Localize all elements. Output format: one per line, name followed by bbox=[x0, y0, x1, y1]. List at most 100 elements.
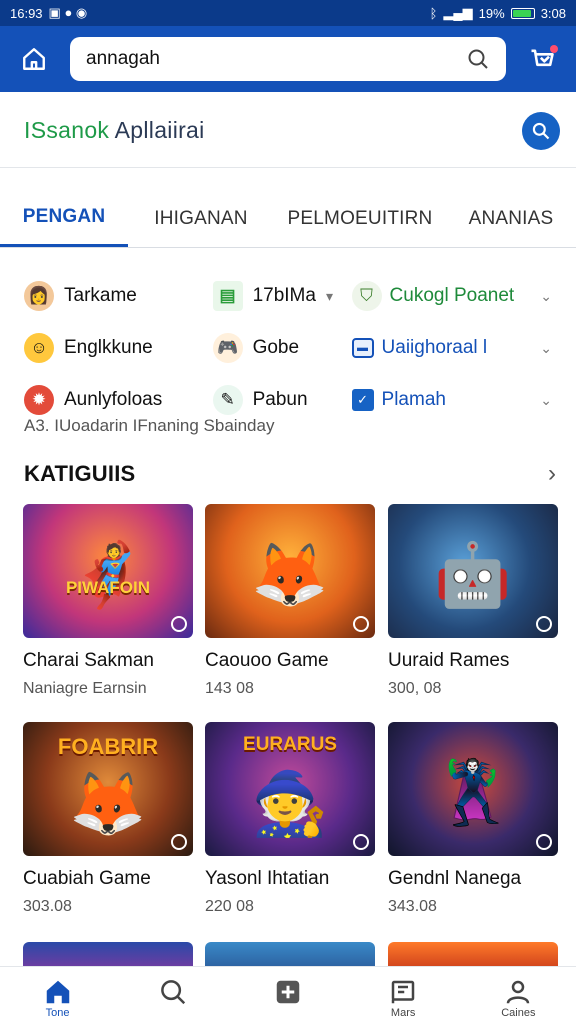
game-card[interactable]: FOABRIR 🦊 Cuabiah Game 303.08 bbox=[23, 722, 193, 916]
tab-label: PENGAN bbox=[22, 206, 106, 227]
app-header: annagah bbox=[0, 26, 576, 92]
nav-home[interactable]: Tone bbox=[18, 977, 98, 1019]
filter-label: Gobe bbox=[252, 337, 300, 358]
play-icon[interactable] bbox=[536, 616, 552, 632]
character-art: 🦊 bbox=[251, 541, 329, 611]
plus-box-icon bbox=[276, 980, 300, 1004]
nav-label: Mars bbox=[390, 1007, 416, 1019]
nav-search[interactable] bbox=[133, 977, 213, 1007]
game-icon: 🎮 bbox=[212, 333, 243, 363]
page-title-part2: Apllaiirai bbox=[109, 117, 205, 143]
game-meta: 143 08 bbox=[205, 680, 254, 697]
chevron-down-icon: ⌄ bbox=[540, 339, 553, 356]
filter-cukogl-poanet[interactable]: ⛉ Cukogl Poanet ⌄ bbox=[351, 281, 553, 311]
filter-pabun[interactable]: ✎ Pabun bbox=[212, 385, 352, 415]
filter-englkkune[interactable]: ☺ Englkkune bbox=[24, 333, 213, 363]
filter-label: Plamah bbox=[381, 389, 446, 410]
filter-label: Tarkame bbox=[64, 285, 137, 306]
shield-icon: ⛉ bbox=[351, 281, 382, 311]
character-art: 🧙 bbox=[251, 770, 329, 840]
game-name: Caouoo Game bbox=[205, 650, 329, 671]
tab-pengan[interactable]: PENGAN bbox=[0, 190, 128, 247]
book-icon bbox=[391, 980, 415, 1004]
filter-gobe[interactable]: 🎮 Gobe bbox=[212, 333, 352, 363]
signal-icon: ▂▄▆ bbox=[443, 5, 473, 20]
filter-17bima[interactable]: ▤ 17bIMa ▾ bbox=[212, 281, 352, 311]
chevron-right-icon[interactable]: › bbox=[548, 460, 556, 488]
game-thumbnail: FOABRIR 🦊 bbox=[23, 722, 193, 856]
game-card[interactable]: 🦊 Caouoo Game 143 08 bbox=[205, 504, 375, 698]
monster-icon: ✹ bbox=[24, 385, 54, 415]
search-query: annagah bbox=[86, 48, 160, 69]
game-meta: 300, 08 bbox=[388, 680, 442, 697]
search-icon bbox=[532, 122, 550, 139]
battery-percent: 19% bbox=[478, 5, 505, 21]
play-icon[interactable] bbox=[353, 834, 369, 850]
bottom-nav: Tone Mars Caines bbox=[0, 966, 576, 1024]
search-icon[interactable] bbox=[466, 47, 490, 71]
tab-bar: PENGAN IHIGANAN PELMOEUITIRN ANANIAS bbox=[0, 190, 576, 248]
window-icon: ▬ bbox=[351, 338, 374, 358]
home-icon[interactable] bbox=[14, 39, 54, 79]
search-button[interactable] bbox=[522, 111, 560, 150]
nav-label: Tone bbox=[45, 1007, 70, 1019]
nav-label: Caines bbox=[501, 1007, 536, 1019]
game-card[interactable]: 🤖 Uuraid Rames 300, 08 bbox=[388, 504, 558, 698]
play-icon[interactable] bbox=[353, 616, 369, 632]
tab-pelmoeuitirn[interactable]: PELMOEUITIRN bbox=[274, 190, 446, 247]
filter-tarkame[interactable]: 👩 Tarkame bbox=[24, 281, 213, 311]
game-thumbnail: 🦸 PIWAFOIN bbox=[23, 504, 193, 638]
filter-uaiighoraal[interactable]: ▬ Uaiighoraal l ⌄ bbox=[351, 337, 553, 359]
tab-ihiganan[interactable]: IHIGANAN bbox=[128, 190, 274, 247]
game-thumbnail: 🦊 bbox=[205, 504, 375, 638]
nav-caines[interactable]: Caines bbox=[478, 977, 558, 1019]
game-meta: 220 08 bbox=[205, 898, 254, 915]
play-icon[interactable] bbox=[171, 834, 187, 850]
game-card[interactable]: 🦹 Gendnl Nanega 343.08 bbox=[388, 722, 558, 916]
filter-label: Englkkune bbox=[64, 337, 153, 358]
play-icon[interactable] bbox=[171, 616, 187, 632]
game-banner: EURARUS bbox=[243, 734, 337, 755]
search-input[interactable]: annagah bbox=[70, 37, 506, 81]
game-thumbnail: EURARUS 🧙 bbox=[205, 722, 375, 856]
profile-icon bbox=[507, 980, 530, 1004]
game-meta: Naniagre Earnsin bbox=[23, 680, 147, 697]
nav-mars[interactable]: Mars bbox=[363, 977, 443, 1019]
status-time-right: 3:08 bbox=[540, 5, 566, 21]
nav-add[interactable] bbox=[248, 977, 328, 1007]
filter-grid: 👩 Tarkame ▤ 17bIMa ▾ ⛉ Cukogl Poanet ⌄ ☺… bbox=[0, 270, 576, 426]
chevron-down-icon: ⌄ bbox=[540, 391, 553, 408]
battery-icon bbox=[510, 7, 535, 19]
game-name: Yasonl Ihtatian bbox=[205, 868, 330, 889]
game-card[interactable]: 🦸 PIWAFOIN Charai Sakman Naniagre Earnsi… bbox=[23, 504, 193, 698]
smile-icon: ☺ bbox=[24, 333, 54, 363]
game-name: Cuabiah Game bbox=[23, 868, 151, 889]
tab-label: ANANIAS bbox=[468, 207, 554, 229]
check-icon: ✓ bbox=[351, 389, 374, 411]
status-time-left: 16:93 bbox=[10, 5, 43, 21]
chevron-down-icon: ⌄ bbox=[540, 287, 553, 304]
chevron-down-icon: ▾ bbox=[325, 287, 333, 304]
section-header: KATIGUIIS › bbox=[24, 460, 556, 488]
title-bar: ISsanok Apllaiirai bbox=[0, 94, 576, 168]
notification-icons: ▣ ● ◉ bbox=[48, 5, 88, 20]
page-title: ISsanok Apllaiirai bbox=[24, 117, 205, 144]
cart-icon[interactable] bbox=[522, 39, 562, 79]
tab-ananias[interactable]: ANANIAS bbox=[446, 190, 576, 247]
pencil-icon: ✎ bbox=[212, 385, 243, 415]
play-icon[interactable] bbox=[536, 834, 552, 850]
game-name: Gendnl Nanega bbox=[388, 868, 522, 889]
filter-label: Uaiighoraal l bbox=[381, 337, 488, 358]
character-art: 🤖 bbox=[434, 541, 512, 611]
filter-label: Cukogl Poanet bbox=[389, 285, 515, 306]
game-card[interactable]: EURARUS 🧙 Yasonl Ihtatian 220 08 bbox=[205, 722, 375, 916]
character-art: 🦸 bbox=[69, 541, 147, 611]
game-meta: 343.08 bbox=[388, 898, 437, 915]
filter-plamah[interactable]: ✓ Plamah ⌄ bbox=[351, 389, 553, 411]
game-meta: 303.08 bbox=[23, 898, 72, 915]
page-title-part1: ISsanok bbox=[24, 117, 110, 143]
filter-label: Aunlyfoloas bbox=[64, 389, 163, 410]
avatar-icon: 👩 bbox=[24, 281, 54, 311]
cart-badge bbox=[550, 45, 558, 53]
filter-aunlyfoloas[interactable]: ✹ Aunlyfoloas bbox=[24, 385, 213, 415]
